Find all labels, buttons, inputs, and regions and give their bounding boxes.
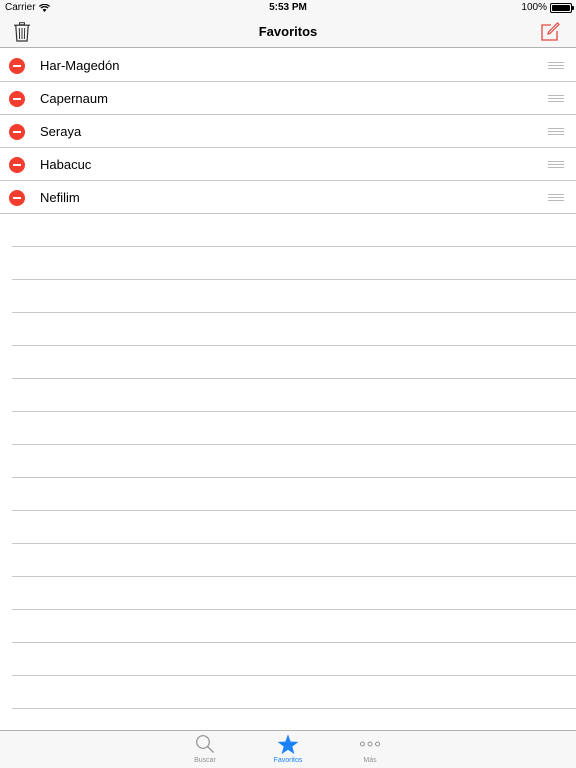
empty-row bbox=[12, 346, 576, 379]
search-icon bbox=[196, 735, 214, 753]
empty-row bbox=[12, 445, 576, 478]
minus-icon bbox=[13, 65, 21, 67]
favorites-list: Har-Magedón Capernaum Seraya Habacuc Nef… bbox=[0, 49, 576, 709]
tab-mas-label: Más bbox=[363, 757, 377, 764]
tab-favoritos[interactable]: Favoritos bbox=[258, 731, 318, 768]
empty-row bbox=[12, 676, 576, 709]
delete-button[interactable] bbox=[9, 58, 25, 74]
tab-favoritos-label: Favoritos bbox=[273, 757, 303, 764]
empty-row bbox=[12, 511, 576, 544]
battery-percent: 100% bbox=[521, 2, 547, 13]
page-title: Favoritos bbox=[258, 24, 318, 39]
navigation-bar: Favoritos bbox=[0, 16, 576, 48]
status-battery: 100% bbox=[521, 2, 574, 13]
reorder-handle-icon[interactable] bbox=[548, 62, 564, 69]
tab-mas[interactable]: Más bbox=[340, 731, 400, 768]
list-item-label: Nefilim bbox=[40, 190, 80, 205]
delete-button[interactable] bbox=[9, 91, 25, 107]
more-icon bbox=[360, 741, 380, 747]
list-item-label: Har-Magedón bbox=[40, 58, 120, 73]
empty-row bbox=[12, 214, 576, 247]
minus-icon bbox=[13, 164, 21, 166]
list-item-label: Habacuc bbox=[40, 157, 92, 172]
minus-icon bbox=[13, 98, 21, 100]
list-item[interactable]: Har-Magedón bbox=[0, 49, 576, 82]
delete-button[interactable] bbox=[9, 190, 25, 206]
empty-row bbox=[12, 247, 576, 280]
empty-rows bbox=[0, 214, 576, 709]
empty-row bbox=[12, 280, 576, 313]
empty-row bbox=[12, 313, 576, 346]
empty-row bbox=[12, 379, 576, 412]
list-item[interactable]: Capernaum bbox=[0, 82, 576, 115]
list-item[interactable]: Seraya bbox=[0, 115, 576, 148]
empty-row bbox=[12, 577, 576, 610]
status-time: 5:53 PM bbox=[269, 2, 307, 13]
reorder-handle-icon[interactable] bbox=[548, 161, 564, 168]
tab-bar: Buscar Favoritos Más bbox=[0, 730, 576, 768]
star-icon bbox=[277, 733, 299, 754]
reorder-handle-icon[interactable] bbox=[548, 128, 564, 135]
reorder-handle-icon[interactable] bbox=[548, 194, 564, 201]
battery-icon bbox=[550, 2, 574, 13]
minus-icon bbox=[13, 197, 21, 199]
status-bar: Carrier 5:53 PM 100% bbox=[0, 0, 576, 16]
compose-button[interactable] bbox=[538, 20, 562, 44]
list-item[interactable]: Nefilim bbox=[0, 181, 576, 214]
empty-row bbox=[12, 412, 576, 445]
delete-button[interactable] bbox=[9, 124, 25, 140]
empty-row bbox=[12, 478, 576, 511]
list-item-label: Capernaum bbox=[40, 91, 108, 106]
compose-icon bbox=[541, 22, 560, 41]
tab-buscar[interactable]: Buscar bbox=[175, 731, 235, 768]
minus-icon bbox=[13, 131, 21, 133]
empty-row bbox=[12, 610, 576, 643]
empty-row bbox=[12, 643, 576, 676]
tab-buscar-label: Buscar bbox=[194, 757, 216, 764]
list-item-label: Seraya bbox=[40, 124, 82, 139]
delete-button[interactable] bbox=[9, 157, 25, 173]
empty-row bbox=[12, 544, 576, 577]
reorder-handle-icon[interactable] bbox=[548, 95, 564, 102]
list-item[interactable]: Habacuc bbox=[0, 148, 576, 181]
